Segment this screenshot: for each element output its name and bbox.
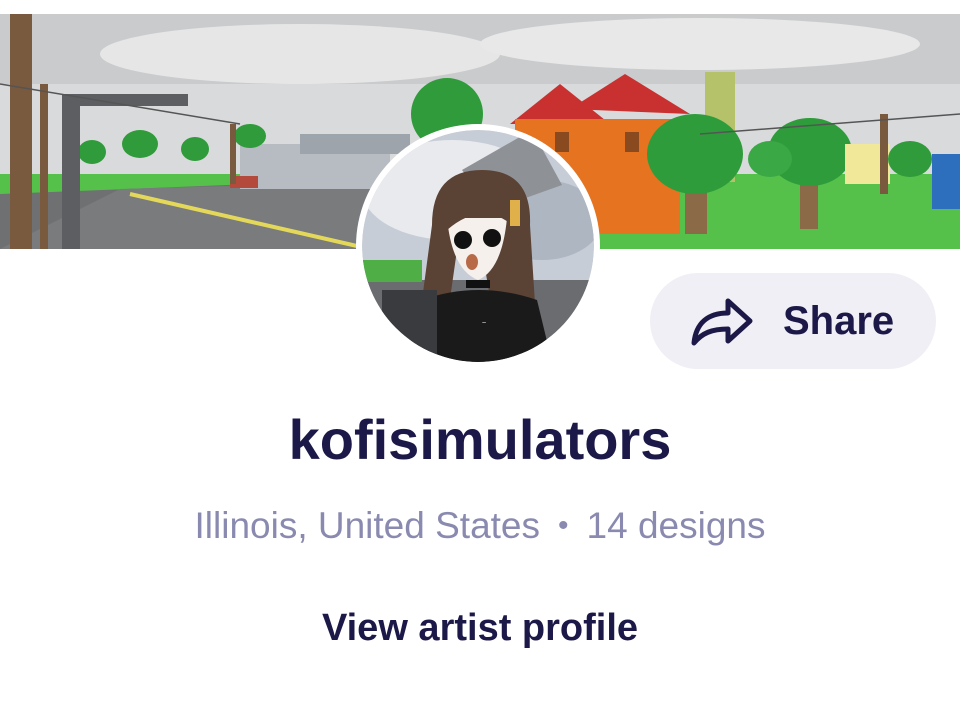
share-arrow-icon xyxy=(691,298,753,346)
share-button[interactable]: Share xyxy=(650,273,936,369)
view-artist-profile-link[interactable]: View artist profile xyxy=(0,604,960,652)
design-count: 14 designs xyxy=(586,505,766,546)
meta-separator: • xyxy=(558,509,569,542)
share-label: Share xyxy=(783,299,895,343)
artist-avatar[interactable]: ~ xyxy=(362,130,594,362)
artist-username: kofisimulators xyxy=(288,408,672,471)
svg-text:~: ~ xyxy=(482,320,486,327)
artist-location: Illinois, United States xyxy=(194,505,541,546)
artist-meta: Illinois, United States • 14 designs xyxy=(0,504,960,548)
